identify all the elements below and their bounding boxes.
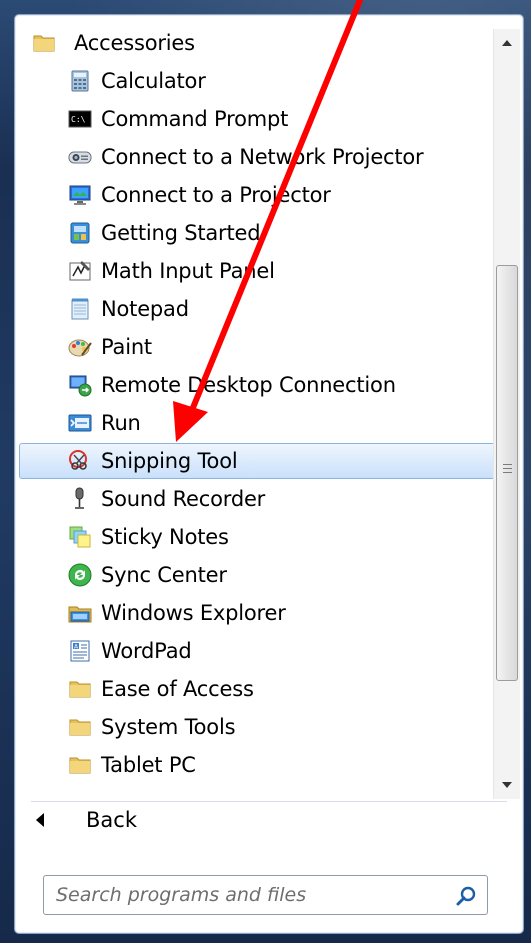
back-label: Back bbox=[86, 808, 137, 832]
program-label: Ease of Access bbox=[101, 677, 254, 701]
search-icon[interactable] bbox=[455, 885, 477, 907]
getting-started-icon bbox=[68, 221, 92, 245]
program-command-prompt[interactable]: C:\ Command Prompt bbox=[19, 101, 499, 137]
all-programs-panel: Accessories Calculator C:\ Command Promp… bbox=[14, 14, 524, 934]
program-snipping-tool[interactable]: Snipping Tool bbox=[19, 443, 499, 479]
program-remote-desktop[interactable]: Remote Desktop Connection bbox=[19, 367, 499, 403]
folder-system-tools[interactable]: System Tools bbox=[19, 709, 499, 745]
program-label: Math Input Panel bbox=[101, 259, 275, 283]
program-label: Connect to a Projector bbox=[101, 183, 331, 207]
command-prompt-icon: C:\ bbox=[68, 107, 92, 131]
program-calculator[interactable]: Calculator bbox=[19, 63, 499, 99]
program-notepad[interactable]: Notepad bbox=[19, 291, 499, 327]
program-sticky-notes[interactable]: Sticky Notes bbox=[19, 519, 499, 555]
back-arrow-icon bbox=[36, 813, 44, 827]
folder-icon bbox=[68, 753, 92, 777]
scroll-down-button[interactable] bbox=[494, 771, 520, 799]
program-label: Remote Desktop Connection bbox=[101, 373, 396, 397]
notepad-icon bbox=[68, 297, 92, 321]
arrow-down-icon bbox=[502, 782, 512, 788]
grip-icon bbox=[503, 464, 512, 474]
search-box[interactable] bbox=[43, 875, 488, 915]
vertical-scrollbar[interactable] bbox=[493, 29, 520, 799]
paint-icon bbox=[68, 335, 92, 359]
program-label: Sound Recorder bbox=[101, 487, 266, 511]
network-projector-icon bbox=[68, 145, 92, 169]
program-sound-recorder[interactable]: Sound Recorder bbox=[19, 481, 499, 517]
sticky-notes-icon bbox=[68, 525, 92, 549]
program-label: Windows Explorer bbox=[101, 601, 286, 625]
program-run[interactable]: Run bbox=[19, 405, 499, 441]
folder-ease-of-access[interactable]: Ease of Access bbox=[19, 671, 499, 707]
windows-explorer-icon bbox=[68, 601, 92, 625]
program-label: System Tools bbox=[101, 715, 236, 739]
program-label: Run bbox=[101, 411, 141, 435]
run-icon bbox=[68, 411, 92, 435]
scroll-up-button[interactable] bbox=[494, 29, 520, 57]
separator bbox=[31, 801, 507, 802]
scroll-thumb[interactable] bbox=[496, 265, 518, 681]
program-label: Sync Center bbox=[101, 563, 227, 587]
folder-accessories[interactable]: Accessories bbox=[17, 25, 497, 61]
program-label: Snipping Tool bbox=[101, 449, 238, 473]
folder-icon bbox=[32, 31, 56, 55]
folder-accessories-label: Accessories bbox=[74, 31, 195, 55]
program-label: Getting Started bbox=[101, 221, 261, 245]
math-input-icon bbox=[68, 259, 92, 283]
snipping-tool-icon bbox=[68, 449, 92, 473]
wordpad-icon: A bbox=[68, 639, 92, 663]
program-math-input-panel[interactable]: Math Input Panel bbox=[19, 253, 499, 289]
program-label: Tablet PC bbox=[101, 753, 196, 777]
program-label: Calculator bbox=[101, 69, 206, 93]
program-wordpad[interactable]: A WordPad bbox=[19, 633, 499, 669]
program-label: Notepad bbox=[101, 297, 189, 321]
program-label: Connect to a Network Projector bbox=[101, 145, 424, 169]
program-projector[interactable]: Connect to a Projector bbox=[19, 177, 499, 213]
remote-desktop-icon bbox=[68, 373, 92, 397]
back-button[interactable]: Back bbox=[33, 805, 233, 835]
program-getting-started[interactable]: Getting Started bbox=[19, 215, 499, 251]
folder-icon bbox=[68, 715, 92, 739]
program-paint[interactable]: Paint bbox=[19, 329, 499, 365]
calculator-icon bbox=[68, 69, 92, 93]
projector-icon bbox=[68, 183, 92, 207]
program-label: Sticky Notes bbox=[101, 525, 229, 549]
program-label: Paint bbox=[101, 335, 152, 359]
program-network-projector[interactable]: Connect to a Network Projector bbox=[19, 139, 499, 175]
search-input[interactable] bbox=[44, 876, 448, 914]
arrow-up-icon bbox=[502, 40, 512, 46]
program-label: Command Prompt bbox=[101, 107, 289, 131]
program-windows-explorer[interactable]: Windows Explorer bbox=[19, 595, 499, 631]
folder-tablet-pc[interactable]: Tablet PC bbox=[19, 747, 499, 783]
program-sync-center[interactable]: Sync Center bbox=[19, 557, 499, 593]
sync-center-icon bbox=[68, 563, 92, 587]
microphone-icon bbox=[68, 487, 92, 511]
folder-icon bbox=[68, 677, 92, 701]
svg-text:C:\: C:\ bbox=[71, 115, 86, 124]
program-list: Accessories Calculator C:\ Command Promp… bbox=[15, 25, 499, 799]
program-label: WordPad bbox=[101, 639, 192, 663]
